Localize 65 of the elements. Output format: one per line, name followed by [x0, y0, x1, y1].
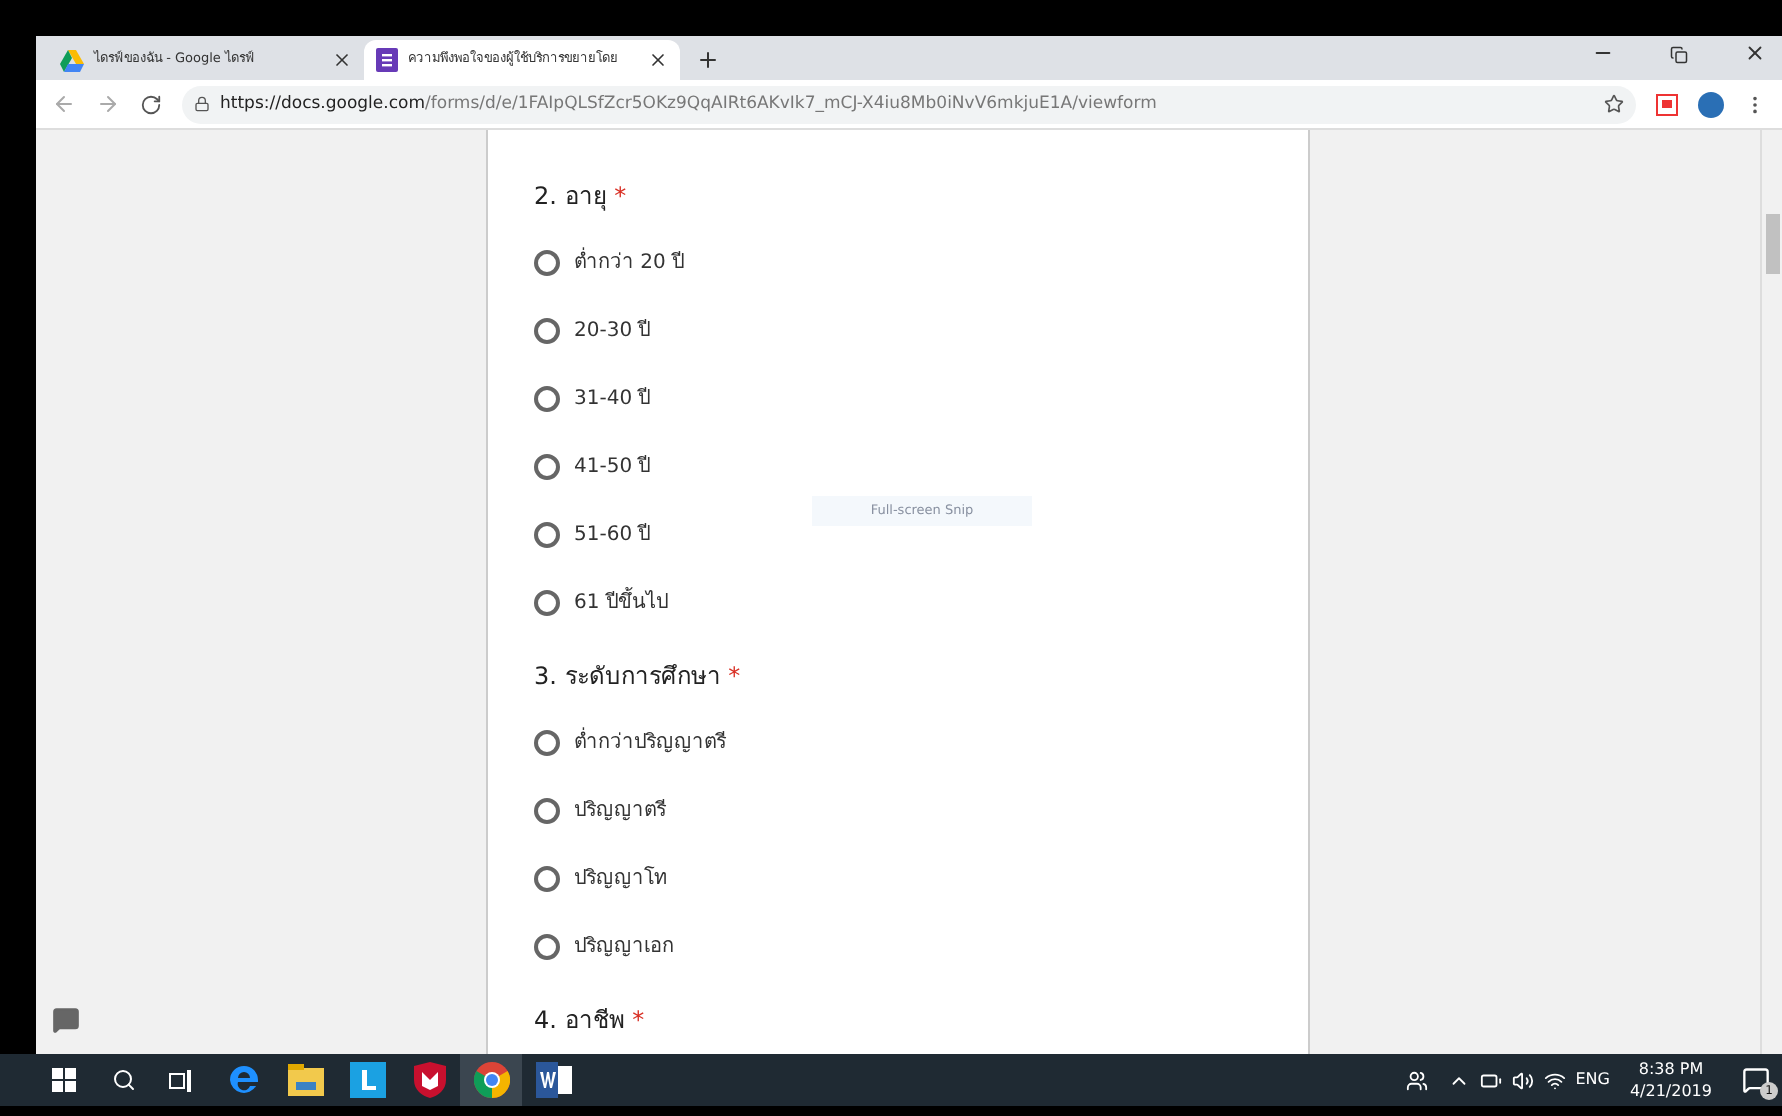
new-tab-icon[interactable] [696, 48, 720, 72]
radio-option[interactable]: ต่ำกว่า 20 ปี [534, 244, 1308, 282]
restore-icon[interactable] [1670, 46, 1688, 64]
l-app-icon[interactable] [349, 1062, 385, 1098]
option-label: 61 ปีขึ้นไป [574, 588, 668, 618]
question-title: 2. อายุ * [534, 180, 629, 214]
option-label: ปริญญาเอก [574, 934, 674, 962]
word-icon[interactable] [535, 1062, 571, 1098]
option-label: 51-60 ปี [574, 521, 651, 550]
scrollbar[interactable] [1760, 130, 1782, 1054]
notification-icon[interactable] [1742, 1066, 1770, 1094]
clock[interactable]: 8:38 PM 4/21/2019 [1629, 1058, 1712, 1102]
radio-option[interactable]: 61 ปีขึ้นไป [534, 584, 1308, 622]
wifi-icon[interactable] [1543, 1069, 1566, 1091]
battery-icon[interactable] [1479, 1069, 1502, 1091]
radio-option[interactable]: 20-30 ปี [534, 312, 1308, 350]
radio-option[interactable]: ปริญญาตรี [534, 792, 1308, 830]
radio-button[interactable] [534, 454, 560, 480]
chrome-icon[interactable] [473, 1062, 509, 1098]
shield-icon[interactable] [413, 1062, 445, 1098]
radio-option[interactable]: 31-40 ปี [534, 380, 1308, 418]
task-view-icon[interactable] [168, 1069, 192, 1091]
taskbar-app[interactable] [460, 1054, 522, 1106]
language-indicator[interactable]: ENG [1575, 1068, 1610, 1092]
option-label: 31-40 ปี [574, 385, 651, 414]
star-icon[interactable] [1604, 94, 1624, 114]
feedback-icon[interactable] [52, 1006, 80, 1034]
address-bar[interactable]: https://docs.google.com/forms/d/e/1FAIpQLSfZcr5OKz9QqAIRt6AKvIk7_mCJ-X4iu8Mb0iNvV6mkjuE1A/viewform [182, 85, 1636, 123]
folder-icon[interactable] [287, 1064, 323, 1096]
close-icon[interactable] [1744, 42, 1766, 64]
reload-icon[interactable] [140, 93, 162, 115]
lock-icon [194, 96, 210, 112]
option-label: ปริญญาโท [574, 864, 668, 894]
avatar-icon[interactable] [1698, 91, 1724, 117]
radio-button[interactable] [534, 318, 560, 344]
radio-option[interactable]: ปริญญาเอก [534, 928, 1308, 966]
radio-button[interactable] [534, 934, 560, 960]
option-label: ปริญญาตรี [574, 797, 666, 826]
windows-icon[interactable] [52, 1068, 76, 1092]
edge-icon[interactable] [225, 1062, 261, 1098]
radio-button[interactable] [534, 866, 560, 892]
option-label: 20-30 ปี [574, 317, 651, 346]
people-icon[interactable] [1405, 1069, 1428, 1091]
radio-button[interactable] [534, 730, 560, 756]
radio-option[interactable]: ต่ำกว่าปริญญาตรี [534, 724, 1308, 762]
extension-icon[interactable] [1656, 93, 1678, 115]
option-label: ต่ำกว่าปริญญาตรี [574, 728, 726, 758]
close-icon[interactable] [648, 50, 668, 70]
option-label: 41-50 ปี [574, 453, 651, 482]
radio-button[interactable] [534, 250, 560, 276]
close-icon[interactable] [332, 50, 352, 70]
question-title: 3. ระดับการศึกษา * [534, 660, 743, 694]
volume-icon[interactable] [1511, 1069, 1534, 1091]
radio-option[interactable]: 41-50 ปี [534, 448, 1308, 486]
radio-button[interactable] [534, 798, 560, 824]
radio-button[interactable] [534, 386, 560, 412]
radio-option[interactable]: ปริญญาโท [534, 860, 1308, 898]
drive-icon [60, 49, 84, 71]
url-text: https://docs.google.com/forms/d/e/1FAIpQLSfZcr5OKz9QqAIRt6AKvIk7_mCJ-X4iu8Mb0iNvV6mkjuE1A/viewform [220, 91, 1157, 117]
option-label: ต่ำกว่า 20 ปี [574, 248, 685, 278]
search-icon[interactable] [112, 1068, 136, 1092]
radio-button[interactable] [534, 590, 560, 616]
radio-button[interactable] [534, 522, 560, 548]
form-icon [376, 48, 398, 72]
question-title: 4. อาชีพ * [534, 1004, 647, 1038]
